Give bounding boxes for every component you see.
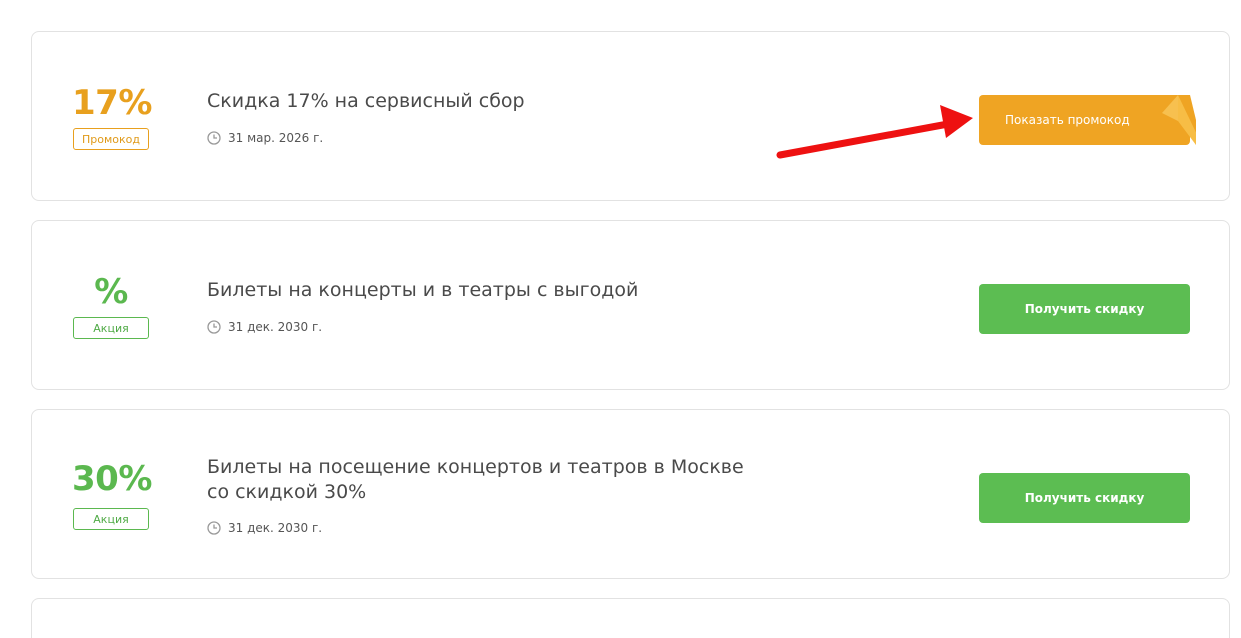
- offer-badge: 30% Акция: [72, 459, 152, 530]
- discount-value: %: [94, 272, 128, 312]
- get-discount-label: Получить скидку: [1024, 491, 1145, 505]
- clock-icon: [207, 131, 221, 145]
- offer-type-tag: Акция: [73, 508, 149, 530]
- offer-card: 17% Промокод Скидка 17% на сервисный сбо…: [31, 31, 1230, 201]
- offer-title: Билеты на концерты и в театры с выгодой: [207, 279, 639, 301]
- promocode-fold-icon: [1162, 95, 1196, 145]
- offer-expiry: 31 дек. 2030 г.: [207, 520, 322, 536]
- offer-type-tag: Промокод: [73, 128, 149, 150]
- offer-title: Билеты на посещение концертов и театров …: [207, 456, 744, 503]
- get-discount-label: Получить скидку: [1024, 302, 1145, 316]
- show-promocode-label: Показать промокод: [1005, 113, 1130, 127]
- offer-expiry-date: 31 дек. 2030 г.: [228, 320, 323, 334]
- offer-title: Скидка 17% на сервисный сбор: [207, 90, 525, 112]
- show-promocode-button[interactable]: Показать промокод: [979, 95, 1196, 145]
- clock-icon: [207, 521, 221, 535]
- offer-card-partial: [31, 598, 1230, 638]
- offer-badge: 17% Промокод: [72, 83, 152, 150]
- get-discount-button[interactable]: Получить скидку: [979, 284, 1190, 334]
- discount-value: 17%: [72, 83, 152, 123]
- get-discount-button[interactable]: Получить скидку: [979, 473, 1190, 523]
- offer-expiry-date: 31 мар. 2026 г.: [228, 131, 324, 145]
- offer-badge: % Акция: [72, 272, 150, 339]
- clock-icon: [207, 320, 221, 334]
- offer-expiry: 31 мар. 2026 г.: [207, 130, 323, 146]
- offer-card: 30% Акция Билеты на посещение концертов …: [31, 409, 1230, 579]
- offer-expiry-date: 31 дек. 2030 г.: [228, 521, 323, 535]
- offer-type-tag: Акция: [73, 317, 149, 339]
- offer-card: % Акция Билеты на концерты и в театры с …: [31, 220, 1230, 390]
- offer-expiry: 31 дек. 2030 г.: [207, 319, 322, 335]
- discount-value: 30%: [72, 459, 152, 499]
